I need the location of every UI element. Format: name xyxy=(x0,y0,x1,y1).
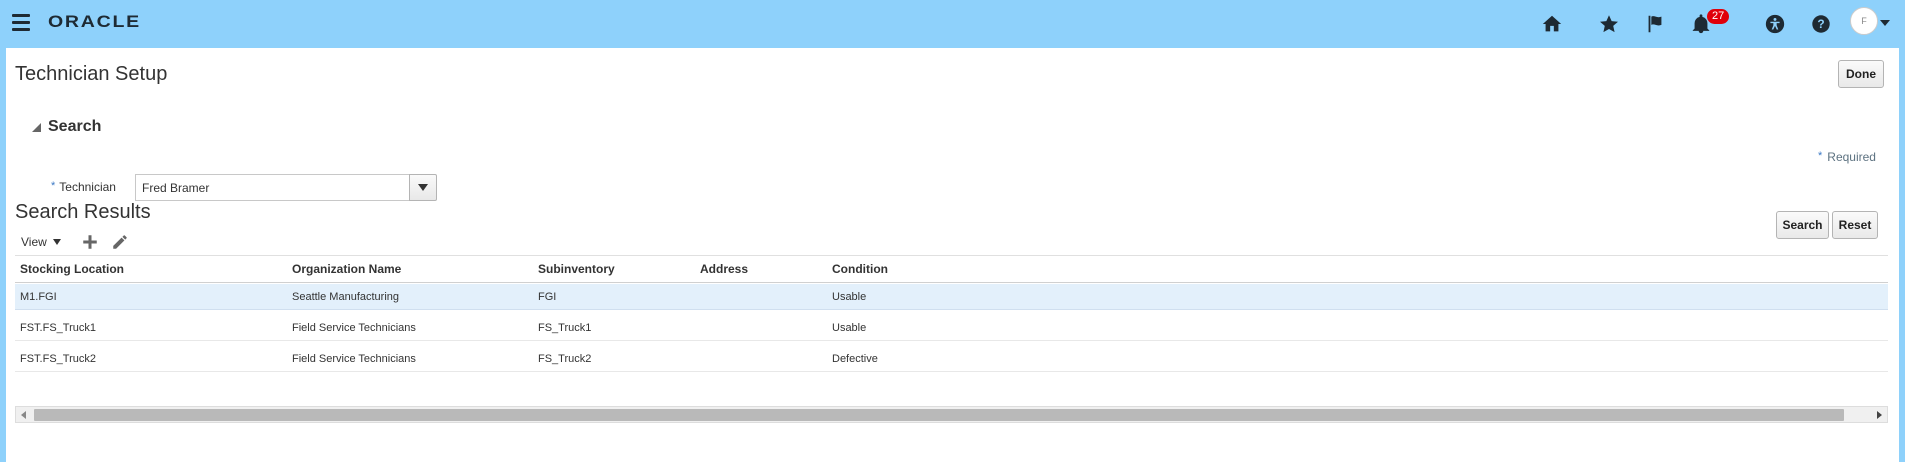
cell-subinventory: FS_Truck2 xyxy=(538,352,592,365)
view-menu[interactable]: View xyxy=(21,235,61,249)
user-avatar[interactable]: F xyxy=(1850,7,1878,35)
cell-condition: Usable xyxy=(832,290,867,303)
search-section-title: Search xyxy=(48,118,102,135)
search-button[interactable]: Search xyxy=(1776,211,1829,239)
cell-condition: Defective xyxy=(832,352,878,365)
home-icon[interactable] xyxy=(1539,11,1565,37)
cell-organization-name: Field Service Technicians xyxy=(292,352,416,365)
chevron-down-icon xyxy=(52,239,61,245)
pencil-icon[interactable] xyxy=(109,231,131,253)
cell-address xyxy=(698,315,700,340)
flag-icon[interactable] xyxy=(1642,11,1668,37)
chevron-down-icon xyxy=(418,184,428,191)
cell-stocking-location: FST.FS_Truck2 xyxy=(20,352,96,365)
horizontal-scrollbar[interactable] xyxy=(15,406,1888,423)
reset-button[interactable]: Reset xyxy=(1832,211,1878,239)
technician-label: * Technician xyxy=(51,180,116,194)
search-results-title: Search Results xyxy=(15,201,151,223)
table-row[interactable]: M1.FGI Seattle Manufacturing FGI Usable xyxy=(15,284,1888,310)
help-icon[interactable]: ? xyxy=(1808,11,1834,37)
page-title: Technician Setup xyxy=(15,63,168,85)
results-table: Stocking Location Organization Name Subi… xyxy=(15,255,1888,406)
cell-subinventory: FS_Truck1 xyxy=(538,321,592,334)
cell-subinventory: FGI xyxy=(538,290,557,303)
global-header: ORACLE 27 ? F xyxy=(0,0,1905,48)
column-header-subinventory[interactable]: Subinventory xyxy=(536,256,615,282)
chevron-down-icon[interactable] xyxy=(1880,20,1890,26)
required-legend: * Required xyxy=(1818,150,1876,164)
required-star-icon: * xyxy=(1818,150,1823,162)
search-section-toggle[interactable]: Search xyxy=(32,118,101,136)
technician-input[interactable]: Fred Bramer xyxy=(135,174,429,201)
technician-dropdown-button[interactable] xyxy=(409,174,437,201)
plus-icon[interactable] xyxy=(79,231,101,253)
cell-address xyxy=(698,284,700,309)
scroll-left-icon[interactable] xyxy=(21,411,26,419)
column-header-stocking-location[interactable]: Stocking Location xyxy=(18,256,124,282)
required-star-icon: * xyxy=(51,180,56,192)
notification-count-badge[interactable]: 27 xyxy=(1707,9,1730,24)
scroll-right-icon[interactable] xyxy=(1877,411,1882,419)
cell-address xyxy=(698,346,700,371)
cell-stocking-location: FST.FS_Truck1 xyxy=(20,321,96,334)
main-panel: Technician Setup Done Search * Required *… xyxy=(6,48,1899,462)
cell-condition: Usable xyxy=(832,321,867,334)
collapse-triangle-icon xyxy=(32,122,41,132)
cell-organization-name: Field Service Technicians xyxy=(292,321,416,334)
star-icon[interactable] xyxy=(1596,11,1622,37)
cell-stocking-location: M1.FGI xyxy=(20,290,57,303)
column-header-organization-name[interactable]: Organization Name xyxy=(290,256,401,282)
column-header-condition[interactable]: Condition xyxy=(830,256,888,282)
table-row[interactable]: FST.FS_Truck1 Field Service Technicians … xyxy=(15,315,1888,341)
done-button[interactable]: Done xyxy=(1838,60,1884,88)
table-header-row: Stocking Location Organization Name Subi… xyxy=(15,256,1888,283)
hamburger-menu-icon[interactable] xyxy=(12,14,30,32)
required-label: Required xyxy=(1827,150,1876,164)
results-toolbar: View xyxy=(21,231,131,253)
column-header-address[interactable]: Address xyxy=(698,256,748,282)
table-row[interactable]: FST.FS_Truck2 Field Service Technicians … xyxy=(15,346,1888,372)
scrollbar-thumb[interactable] xyxy=(34,409,1844,421)
svg-text:?: ? xyxy=(1817,17,1824,31)
accessibility-icon[interactable] xyxy=(1762,11,1788,37)
oracle-logo: ORACLE xyxy=(48,12,141,31)
cell-organization-name: Seattle Manufacturing xyxy=(292,290,400,303)
